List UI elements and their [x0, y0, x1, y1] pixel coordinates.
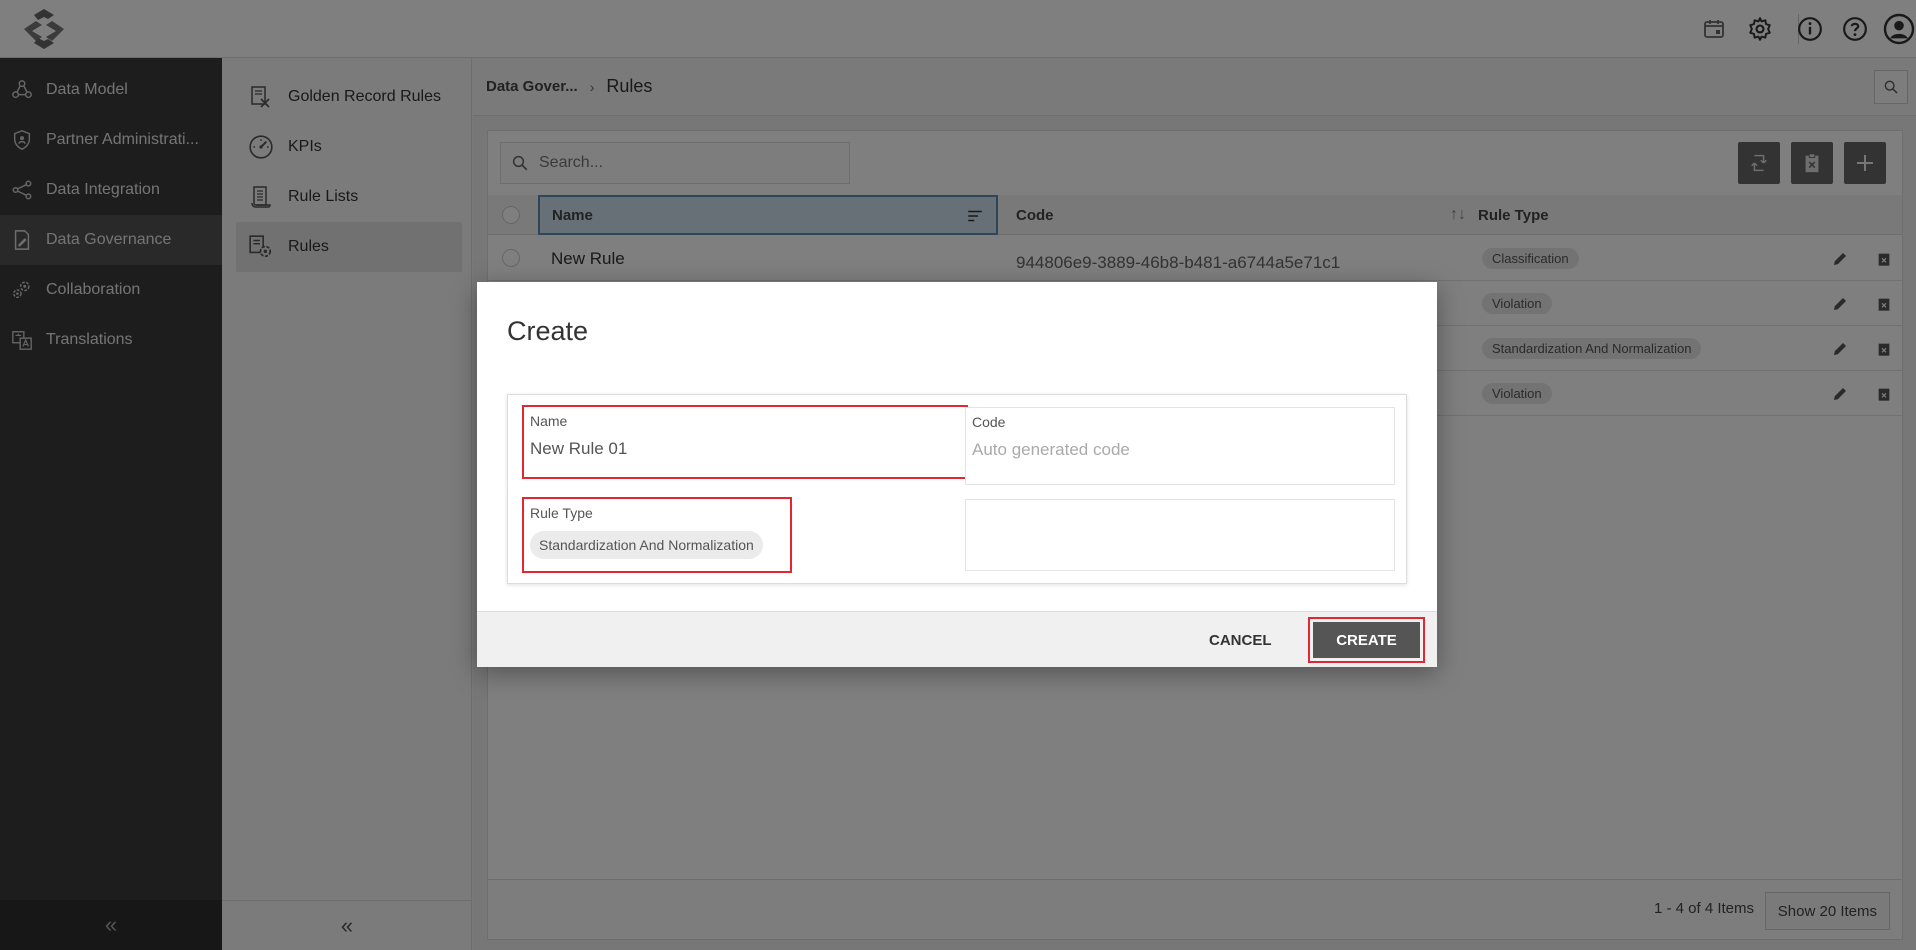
name-field[interactable]: Name: [522, 405, 1050, 479]
create-form: Name Code Rule Type Standardization And …: [507, 394, 1407, 584]
dialog-footer: CANCEL CREATE: [477, 611, 1437, 667]
rule-type-label: Rule Type: [530, 505, 593, 521]
code-input[interactable]: [972, 440, 1372, 460]
rule-type-row-extension: [965, 499, 1395, 571]
code-label: Code: [972, 414, 1006, 430]
name-label: Name: [530, 413, 568, 429]
create-button[interactable]: CREATE: [1313, 622, 1420, 658]
code-field[interactable]: Code: [965, 407, 1395, 485]
create-button-highlight: CREATE: [1308, 617, 1425, 663]
dialog-title: Create: [507, 316, 589, 346]
create-dialog: Create Name Code Rule Type Standardizati…: [477, 282, 1437, 667]
rule-type-field[interactable]: Rule Type Standardization And Normalizat…: [522, 497, 792, 573]
rule-type-chip-selected[interactable]: Standardization And Normalization: [530, 531, 763, 559]
cancel-button[interactable]: CANCEL: [1199, 624, 1282, 656]
